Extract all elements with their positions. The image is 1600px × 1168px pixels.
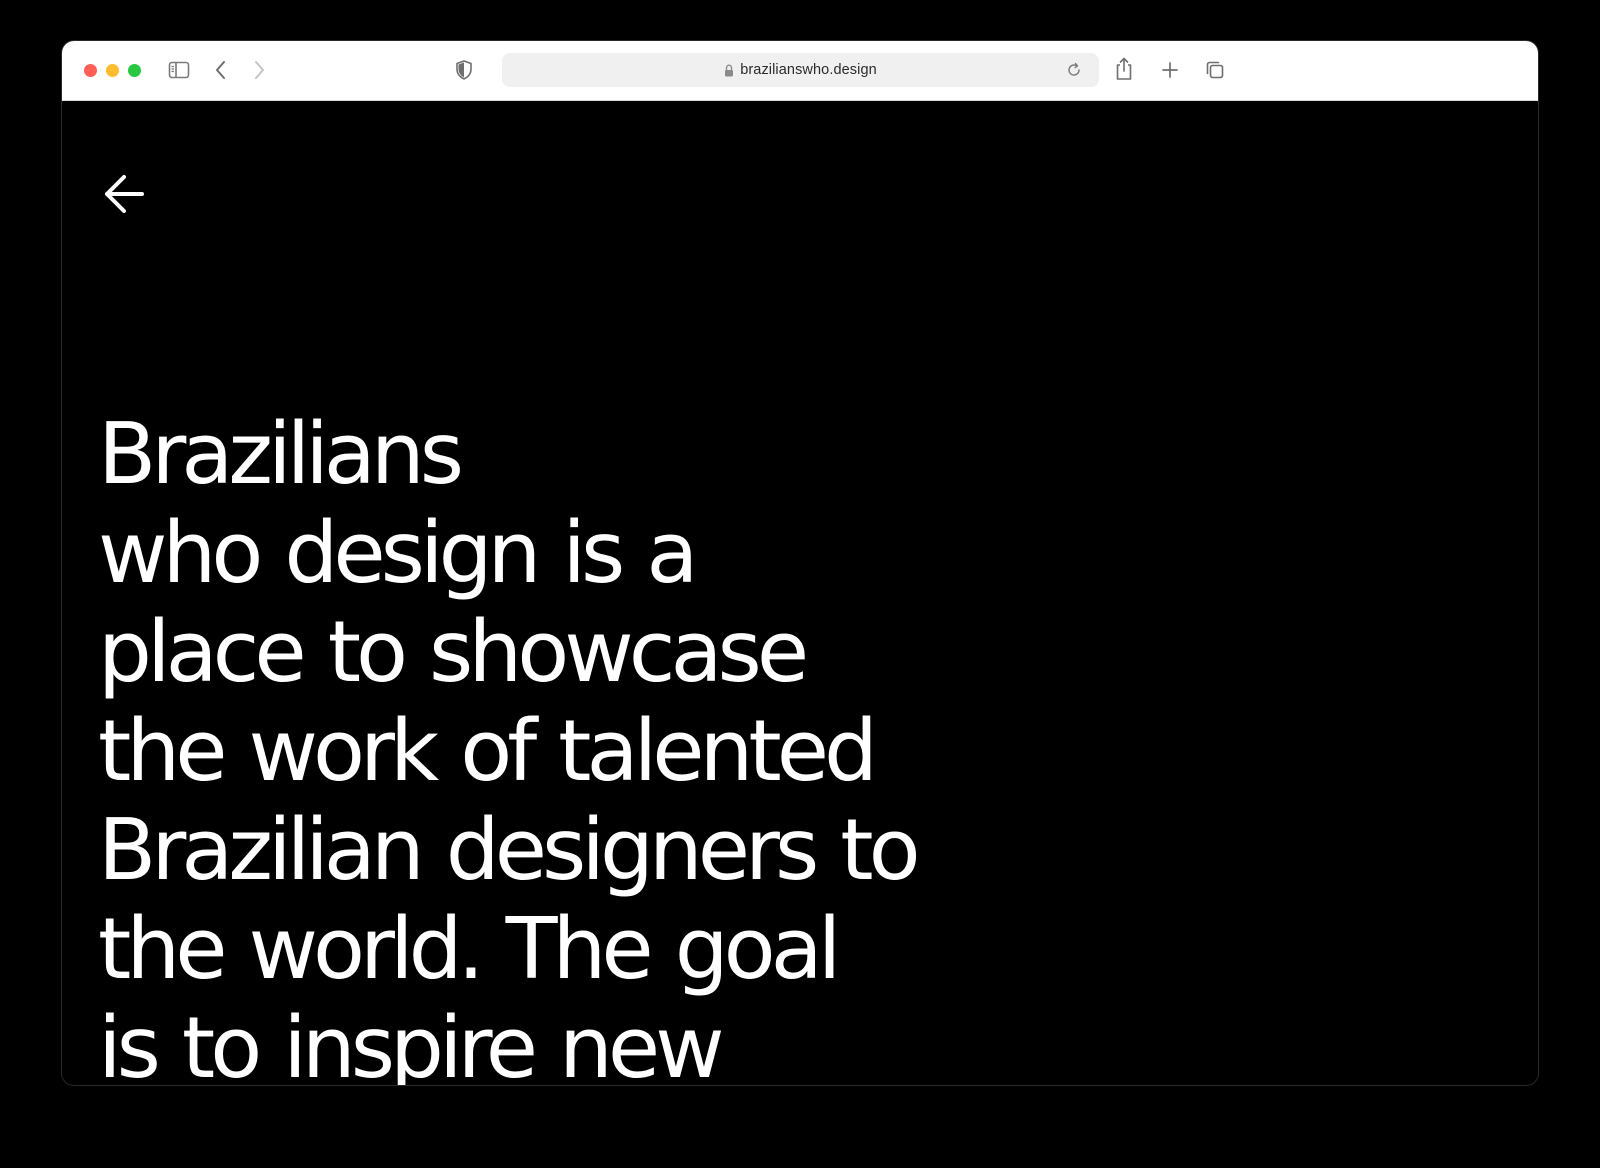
intro-text: Brazilians who design is a place to show… — [98, 405, 921, 1085]
minimize-window-button[interactable] — [106, 64, 119, 77]
forward-icon[interactable] — [252, 59, 266, 81]
zoom-window-button[interactable] — [128, 64, 141, 77]
address-bar[interactable]: brazilianswho.design — [502, 53, 1099, 87]
page-content: Brazilians who design is a place to show… — [62, 101, 1538, 1085]
url-text: brazilianswho.design — [740, 62, 877, 78]
shield-icon[interactable] — [455, 59, 473, 81]
reload-icon[interactable] — [1066, 62, 1082, 78]
share-icon[interactable] — [1114, 56, 1134, 82]
tab-overview-icon[interactable] — [1204, 59, 1226, 81]
back-icon[interactable] — [214, 59, 228, 81]
close-window-button[interactable] — [84, 64, 97, 77]
sidebar-icon[interactable] — [168, 60, 190, 80]
new-tab-icon[interactable] — [1160, 60, 1180, 80]
arrow-left-icon[interactable] — [102, 172, 146, 216]
browser-toolbar: brazilianswho.design — [62, 41, 1538, 101]
browser-window: brazilianswho.design Brazilians who desi… — [62, 41, 1538, 1085]
lock-icon — [725, 63, 734, 76]
